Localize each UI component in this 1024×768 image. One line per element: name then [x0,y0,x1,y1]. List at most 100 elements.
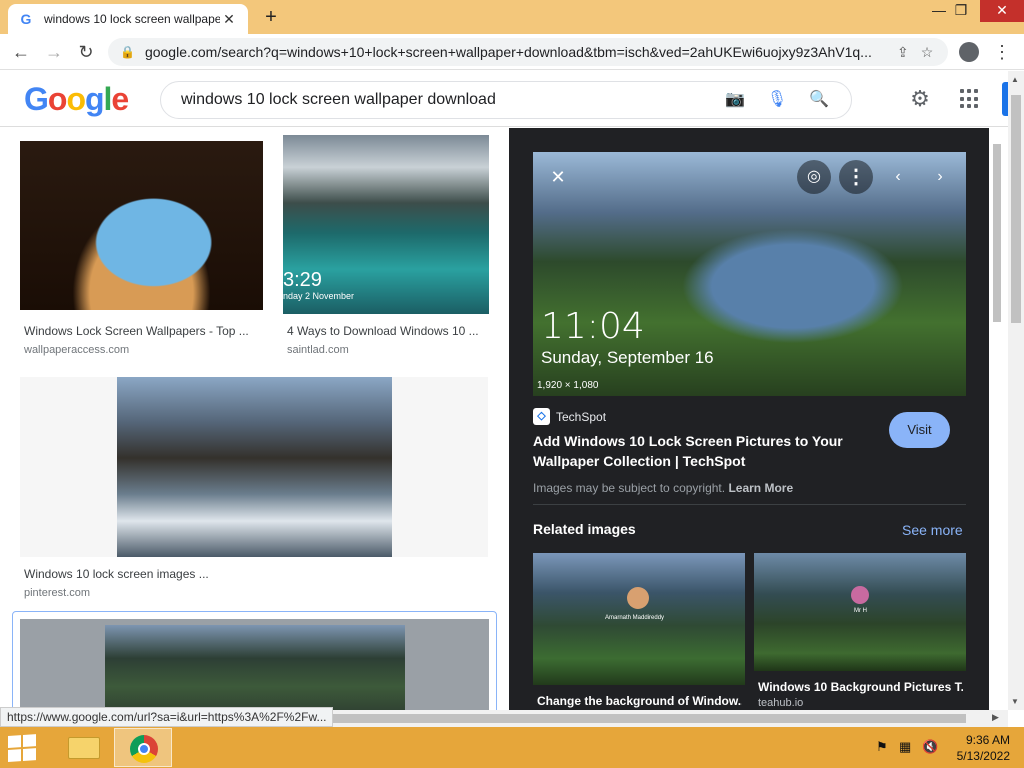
tab-strip: G windows 10 lock screen wallpaper downl… [0,0,1024,34]
related-caption[interactable]: Change the background of Window... [537,694,742,708]
horizontal-scroll-thumb[interactable] [330,714,966,723]
logo-letter: G [24,81,49,117]
profile-button[interactable] [957,40,981,64]
tab-title: windows 10 lock screen wallpaper downloa… [44,12,220,26]
page-scroll-thumb[interactable] [1011,95,1021,323]
lock-icon[interactable]: 🔒 [120,45,135,59]
network-icon[interactable]: ▦ [899,739,911,755]
maximize-button[interactable]: ❐ [946,0,976,22]
panel-scrollbar[interactable] [990,128,1004,710]
result-source: wallpaperaccess.com [24,344,130,356]
page-scrollbar[interactable]: ▲ ▼ [1008,71,1024,710]
result-caption[interactable]: Windows 10 lock screen images ... [24,567,324,581]
techspot-logo-icon: ◇ [533,408,550,425]
visit-button[interactable]: Visit [889,412,950,448]
more-options-icon[interactable]: ⋮ [839,160,873,194]
google-lens-icon[interactable]: ◎ [797,160,831,194]
camera-icon[interactable]: 📷 [723,88,747,112]
new-tab-button[interactable]: + [258,6,284,28]
clock-date: 5/13/2022 [956,749,1010,763]
settings-gear-icon[interactable]: ⚙ [908,87,932,111]
thumbnail-overlay-date: nday 2 November [283,291,355,301]
browser-tab[interactable]: G windows 10 lock screen wallpaper downl… [8,4,248,34]
address-bar[interactable]: 🔒 google.com/search?q=windows+10+lock+sc… [108,38,948,66]
overlay-user-name: Amarnath Maddireddy [605,615,665,621]
close-tab-icon[interactable]: ✕ [220,11,238,28]
close-window-button[interactable]: ✕ [980,0,1024,22]
source-site[interactable]: ◇ TechSpot [533,408,606,425]
browser-menu-button[interactable]: ⋮ [990,40,1014,64]
result-thumbnail-4[interactable] [105,625,405,710]
result-caption-block-1[interactable]: Windows Lock Screen Wallpapers - Top ...… [24,324,264,356]
url-text[interactable]: google.com/search?q=windows+10+lock+scre… [145,44,885,60]
next-image-icon[interactable]: › [923,160,957,194]
volume-muted-icon[interactable]: 🔇 [922,739,938,755]
browser-toolbar: ← → ↻ 🔒 google.com/search?q=windows+10+l… [0,34,1024,70]
action-center-flag-icon[interactable]: ⚑ [876,739,888,755]
image-results: Windows Lock Screen Wallpapers - Top ...… [0,128,508,710]
user-avatar [851,586,869,604]
scroll-down-icon[interactable]: ▼ [1011,697,1019,706]
windows-start-icon[interactable] [8,734,38,763]
preview-resolution: 1,920 × 1,080 [537,380,599,391]
related-images-heading: Related images [533,521,636,537]
thumbnail-overlay-time: 3:29 [283,269,322,291]
scroll-right-icon[interactable]: ▶ [992,712,999,723]
divider [533,504,966,505]
preview-page-title[interactable]: Add Windows 10 Lock Screen Pictures to Y… [533,431,863,471]
google-apps-icon[interactable] [960,89,980,109]
image-preview-panel: 11:04 Sunday, September 16 1,920 × 1,080… [509,128,989,710]
result-source: saintlad.com [287,344,349,356]
windows-taskbar: ⚑ ▦ 🔇 9:36 AM 5/13/2022 [0,727,1024,768]
reload-button[interactable]: ↻ [74,40,98,64]
bookmark-star-icon[interactable]: ☆ [921,44,934,61]
learn-more-link[interactable]: Learn More [728,481,793,495]
logo-letter: o [66,81,86,117]
search-input[interactable]: windows 10 lock screen wallpaper downloa… [181,91,705,109]
share-icon[interactable]: ⇪ [897,44,909,61]
result-caption[interactable]: 4 Ways to Download Windows 10 ... [287,324,487,338]
source-site-name[interactable]: TechSpot [556,410,606,424]
related-image-1[interactable]: Amarnath Maddireddy [533,553,745,685]
clock-time: 9:36 AM [965,733,1010,747]
file-explorer-taskbar-button[interactable] [56,728,114,767]
logo-letter: e [111,81,129,117]
google-logo[interactable]: Google [24,81,129,118]
result-thumbnail-2[interactable]: 3:29 nday 2 November [283,135,489,314]
back-button[interactable]: ← [9,40,33,64]
google-header: Google windows 10 lock screen wallpaper … [0,71,1008,127]
search-box[interactable]: windows 10 lock screen wallpaper downloa… [160,81,852,119]
result-caption-block-2[interactable]: 4 Ways to Download Windows 10 ... saintl… [287,324,487,356]
overlay-user-name: Mr H [854,608,867,614]
result-caption-block-3[interactable]: Windows 10 lock screen images ... pinter… [24,567,324,599]
copyright-text: Images may be subject to copyright. [533,481,726,495]
logo-letter: g [84,81,105,117]
forward-button[interactable]: → [42,40,66,64]
related-caption[interactable]: Windows 10 Background Pictures T... [758,680,963,694]
google-favicon-icon: G [20,11,32,27]
folder-icon [68,737,100,759]
microphone-icon[interactable]: 🎙 [765,88,789,112]
search-icon[interactable]: 🔍 [807,88,831,112]
related-image-2[interactable]: Mr H [754,553,966,671]
chrome-taskbar-button[interactable] [114,728,172,767]
copyright-notice: Images may be subject to copyright. Lear… [533,481,793,495]
panel-scroll-thumb[interactable] [993,144,1001,322]
avatar-icon [959,42,979,62]
result-thumbnail-1[interactable] [20,141,263,310]
status-bar-url: https://www.google.com/url?sa=i&url=http… [0,707,334,727]
result-source: pinterest.com [24,587,91,599]
preview-image[interactable]: 11:04 Sunday, September 16 1,920 × 1,080… [533,152,966,396]
result-thumbnail-3[interactable] [117,377,392,557]
preview-overlay-time: 11:04 [541,306,645,347]
scroll-up-icon[interactable]: ▲ [1011,75,1019,84]
close-preview-icon[interactable]: ✕ [541,160,575,194]
taskbar-clock[interactable]: 9:36 AM 5/13/2022 [946,732,1010,764]
previous-image-icon[interactable]: ‹ [881,160,915,194]
result-caption[interactable]: Windows Lock Screen Wallpapers - Top ... [24,324,264,338]
preview-overlay-date: Sunday, September 16 [541,348,714,367]
related-source: teahub.io [758,697,804,709]
see-more-link[interactable]: See more [902,522,963,538]
logo-letter: o [47,81,68,117]
chrome-icon [130,735,158,763]
